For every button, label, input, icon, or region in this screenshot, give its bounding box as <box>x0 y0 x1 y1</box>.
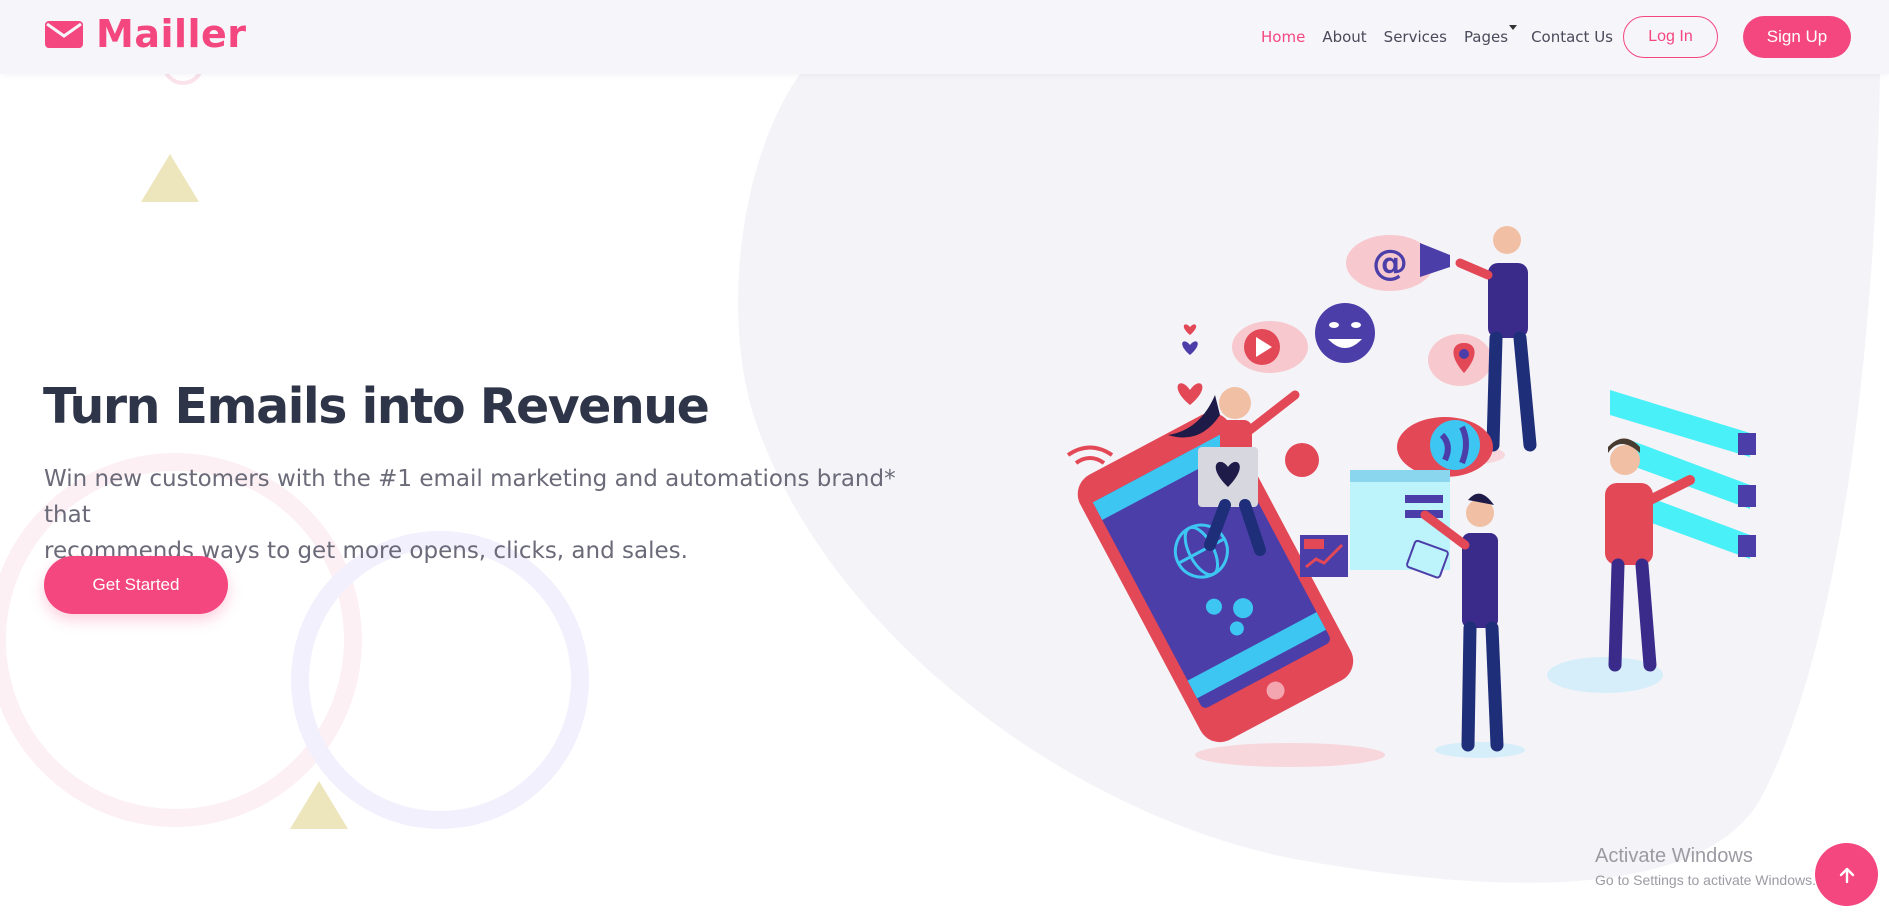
watermark-subtitle: Go to Settings to activate Windows. <box>1595 872 1816 888</box>
main-nav: Home About Services Pages Contact Us Log… <box>1244 0 1889 74</box>
hearts-icon <box>1177 324 1203 405</box>
email-marketing-illustration: @ <box>1066 226 1756 767</box>
deco-circle-lavender <box>291 531 589 829</box>
man-megaphone-figure <box>1420 226 1537 452</box>
nav-about[interactable]: About <box>1322 28 1366 46</box>
windows-activation-watermark: Activate Windows Go to Settings to activ… <box>1595 845 1816 888</box>
nav-services[interactable]: Services <box>1384 28 1447 46</box>
wifi-icon <box>1066 445 1114 465</box>
brand-logo[interactable]: Mailler <box>44 12 247 56</box>
video-cloud-icon <box>1232 321 1308 373</box>
nav-pages-label: Pages <box>1463 28 1509 46</box>
deco-triangle-bottom <box>290 781 348 829</box>
brand-name: Mailler <box>96 12 247 56</box>
emoji-small-icon <box>1285 443 1319 477</box>
back-to-top-button[interactable] <box>1815 843 1878 906</box>
smiley-icon <box>1315 303 1375 363</box>
login-button[interactable]: Log In <box>1623 16 1718 58</box>
get-started-button[interactable]: Get Started <box>44 556 228 614</box>
hero-title: Turn Emails into Revenue <box>43 378 710 435</box>
site-header: Mailler Home About Services Pages Contac… <box>0 0 1889 74</box>
svg-text:@: @ <box>1372 243 1408 284</box>
chart-card-graphic <box>1300 535 1348 577</box>
deco-triangle-top <box>141 154 199 202</box>
arrow-up-icon <box>1839 867 1854 883</box>
nav-contact[interactable]: Contact Us <box>1531 28 1613 46</box>
nav-home[interactable]: Home <box>1261 28 1305 46</box>
signup-button[interactable]: Sign Up <box>1743 16 1851 58</box>
caret-down-icon <box>1509 25 1518 30</box>
page: Mailler Home About Services Pages Contac… <box>0 0 1889 920</box>
phone-shadow <box>1195 743 1385 767</box>
hero-subtitle: Win new customers with the #1 email mark… <box>44 461 944 569</box>
envelope-icon <box>45 21 83 48</box>
globe-cloud-icon <box>1397 417 1493 477</box>
location-pin-icon <box>1428 334 1492 386</box>
nav-pages[interactable]: Pages <box>1463 25 1518 46</box>
watermark-title: Activate Windows <box>1595 845 1753 867</box>
hero-subtitle-line-1: Win new customers with the #1 email mark… <box>44 466 896 528</box>
person-center-shadow <box>1435 742 1525 758</box>
